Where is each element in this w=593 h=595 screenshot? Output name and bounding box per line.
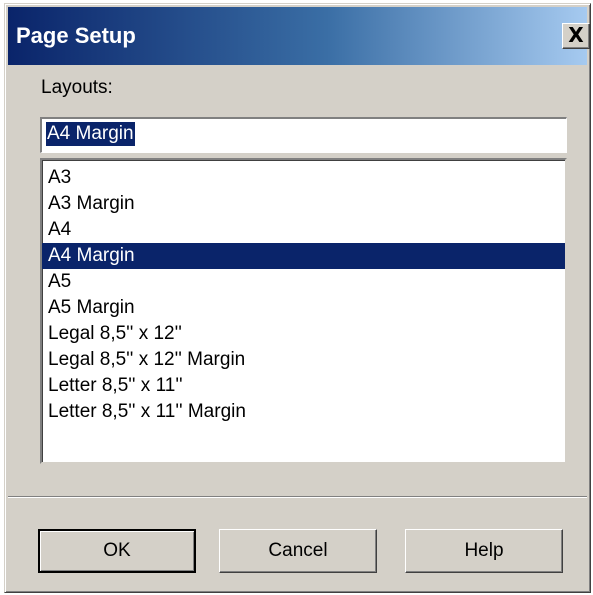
button-separator [8, 496, 587, 498]
close-icon[interactable]: X [562, 23, 590, 49]
layout-name-input[interactable]: A4 Margin [40, 117, 567, 153]
layouts-label: Layouts: [41, 77, 113, 98]
list-item[interactable]: Legal 8,5'' x 12'' [42, 321, 565, 347]
cancel-button[interactable]: Cancel [219, 529, 377, 573]
list-item-selected[interactable]: A4 Margin [42, 243, 565, 269]
title-bar[interactable]: Page Setup X [8, 7, 590, 65]
page-setup-dialog: Page Setup X Layouts: A4 Margin A3 A3 Ma… [4, 3, 591, 593]
ok-button[interactable]: OK [38, 529, 196, 573]
list-item[interactable]: A3 Margin [42, 191, 565, 217]
help-button[interactable]: Help [405, 529, 563, 573]
list-item[interactable]: A5 Margin [42, 295, 565, 321]
list-item[interactable]: A3 [42, 165, 565, 191]
layout-name-input-value: A4 Margin [46, 122, 135, 146]
list-item[interactable]: Letter 8,5'' x 11'' Margin [42, 399, 565, 425]
layout-list[interactable]: A3 A3 Margin A4 A4 Margin A5 A5 Margin L… [40, 158, 567, 464]
list-item[interactable]: Letter 8,5'' x 11'' [42, 373, 565, 399]
window-title: Page Setup [16, 23, 136, 48]
list-item[interactable]: A5 [42, 269, 565, 295]
list-item[interactable]: A4 [42, 217, 565, 243]
list-item[interactable]: Legal 8,5'' x 12'' Margin [42, 347, 565, 373]
